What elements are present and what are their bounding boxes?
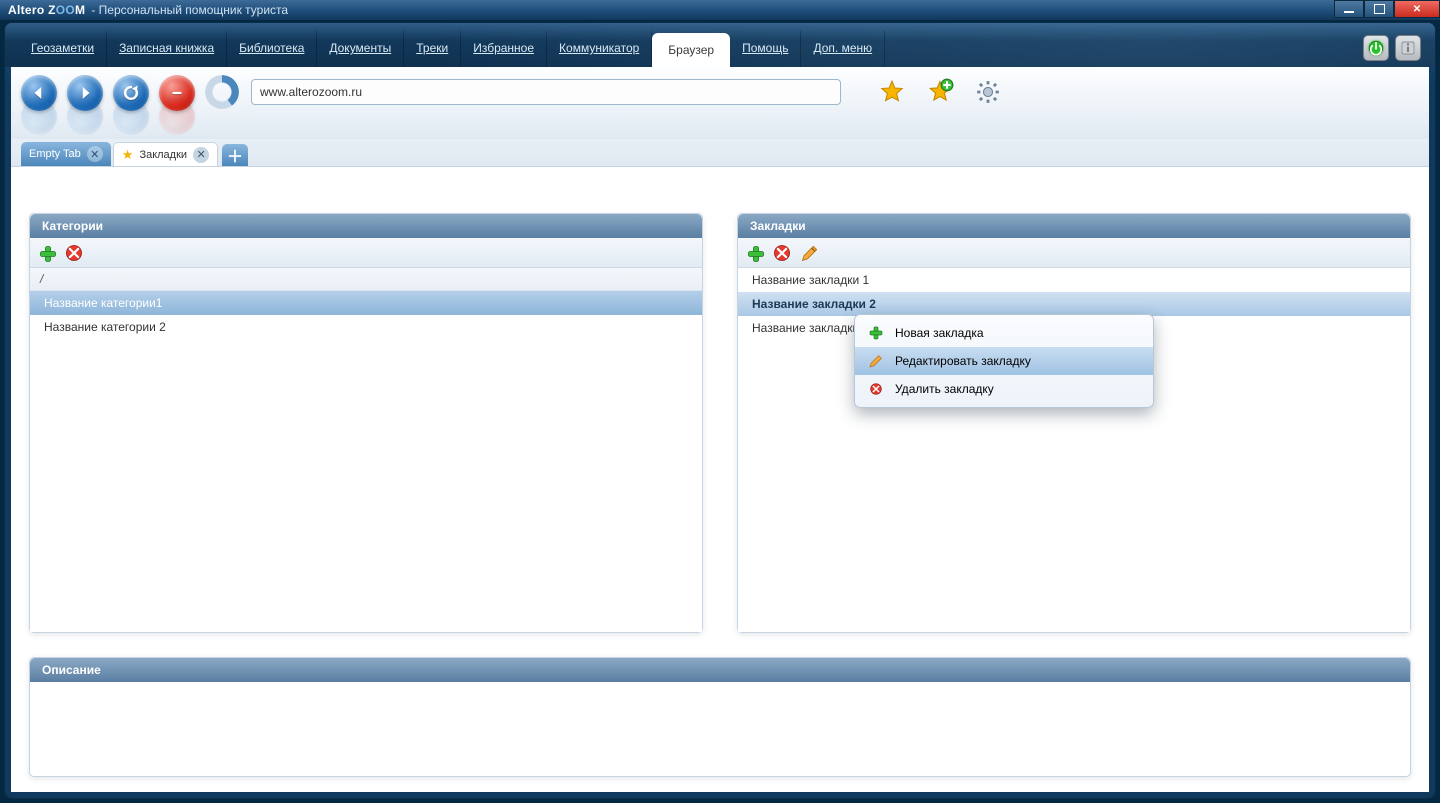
browser-tabs: Empty Tab ✕ ★ Закладки ✕ ＋: [11, 139, 1429, 167]
category-row[interactable]: Название категории1: [30, 291, 702, 315]
menu-browser[interactable]: Браузер: [652, 33, 730, 67]
power-icon: [1367, 39, 1385, 57]
bookmark-row[interactable]: Название закладки 2: [738, 292, 1410, 316]
minimize-button[interactable]: [1334, 0, 1364, 18]
bookmark-row[interactable]: Название закладки 1: [738, 268, 1410, 292]
delete-icon: [64, 243, 84, 263]
app-frame: Геозаметки Записная книжка Библиотека До…: [4, 22, 1436, 799]
panel-title: Описание: [30, 658, 1410, 682]
tab-close-button[interactable]: ✕: [193, 147, 209, 163]
description-section: Описание: [29, 657, 1411, 777]
panel-title: Категории: [30, 214, 702, 238]
menu-tracks[interactable]: Треки: [404, 31, 461, 67]
delete-icon: [867, 380, 885, 398]
menu-documents[interactable]: Документы: [317, 31, 404, 67]
close-button[interactable]: ✕: [1394, 0, 1440, 18]
bookmarks-toolbar: [738, 238, 1410, 268]
star-plus-icon: [926, 78, 954, 106]
menu-notebook[interactable]: Записная книжка: [107, 31, 227, 67]
bookmark-add-button[interactable]: [925, 77, 955, 107]
settings-button[interactable]: [973, 77, 1003, 107]
category-root[interactable]: /: [30, 268, 702, 291]
category-row[interactable]: Название категории 2: [30, 315, 702, 339]
menu-library[interactable]: Библиотека: [227, 31, 317, 67]
ctx-label: Новая закладка: [895, 326, 984, 340]
stop-icon: [170, 86, 184, 100]
pencil-icon: [867, 352, 885, 370]
delete-category-button[interactable]: [64, 243, 84, 263]
categories-toolbar: [30, 238, 702, 268]
nav-reflection: [21, 113, 251, 135]
tab-bookmarks[interactable]: ★ Закладки ✕: [113, 142, 218, 166]
menu-favorites[interactable]: Избранное: [461, 31, 547, 67]
info-button[interactable]: [1395, 35, 1421, 61]
menu-extra[interactable]: Доп. меню: [801, 31, 885, 67]
tab-new-button[interactable]: ＋: [222, 144, 248, 166]
ctx-new-bookmark[interactable]: Новая закладка: [855, 319, 1153, 347]
main-menu: Геозаметки Записная книжка Библиотека До…: [5, 23, 1435, 67]
categories-list[interactable]: / Название категории1 Название категории…: [30, 268, 702, 632]
tab-label: Empty Tab: [29, 148, 81, 160]
spinner-icon: [205, 75, 241, 111]
ctx-label: Удалить закладку: [895, 382, 994, 396]
bookmark-star-button[interactable]: [877, 77, 907, 107]
star-icon: [879, 79, 905, 105]
delete-bookmark-button[interactable]: [772, 243, 792, 263]
power-button[interactable]: [1363, 35, 1389, 61]
ctx-delete-bookmark[interactable]: Удалить закладку: [855, 375, 1153, 403]
window-buttons: ✕: [1334, 0, 1440, 20]
tab-label: Закладки: [139, 149, 187, 161]
ctx-label: Редактировать закладку: [895, 354, 1031, 368]
titlebar: Altero ZOOM - Персональный помощник тури…: [0, 0, 1440, 20]
context-menu: Новая закладка Редактировать закладку Уд…: [854, 314, 1154, 408]
menu-communicator[interactable]: Коммуникатор: [547, 31, 652, 67]
content-area: Категории / Название категории1 Название…: [11, 195, 1429, 792]
star-icon: ★: [122, 147, 134, 163]
delete-icon: [772, 243, 792, 263]
panel-title: Закладки: [738, 214, 1410, 238]
description-panel: Описание: [29, 657, 1411, 777]
maximize-button[interactable]: [1364, 0, 1394, 18]
menu-help[interactable]: Помощь: [730, 31, 801, 67]
info-icon: [1400, 40, 1416, 56]
bookmarks-panel: Закладки Название закладки 1: [737, 213, 1411, 633]
add-bookmark-button[interactable]: [746, 244, 764, 262]
ctx-edit-bookmark[interactable]: Редактировать закладку: [855, 347, 1153, 375]
work-area: Empty Tab ✕ ★ Закладки ✕ ＋ Категории: [11, 67, 1429, 792]
app-brand: Altero ZOOM: [8, 3, 85, 17]
url-field[interactable]: [251, 79, 841, 105]
tab-empty[interactable]: Empty Tab ✕: [21, 142, 111, 166]
edit-bookmark-button[interactable]: [800, 243, 820, 263]
tab-close-button[interactable]: ✕: [87, 146, 103, 162]
pencil-icon: [800, 243, 820, 263]
plus-icon: [746, 244, 766, 264]
description-body: [30, 682, 1410, 776]
gear-icon: [975, 79, 1001, 105]
app-subtitle: - Персональный помощник туриста: [91, 3, 288, 17]
url-input[interactable]: [260, 85, 832, 99]
plus-icon: [867, 324, 885, 342]
categories-panel: Категории / Название категории1 Название…: [29, 213, 703, 633]
plus-icon: [38, 244, 58, 264]
add-category-button[interactable]: [38, 244, 56, 262]
menu-geozametki[interactable]: Геозаметки: [19, 31, 107, 67]
browser-toolbar: [11, 67, 1429, 145]
